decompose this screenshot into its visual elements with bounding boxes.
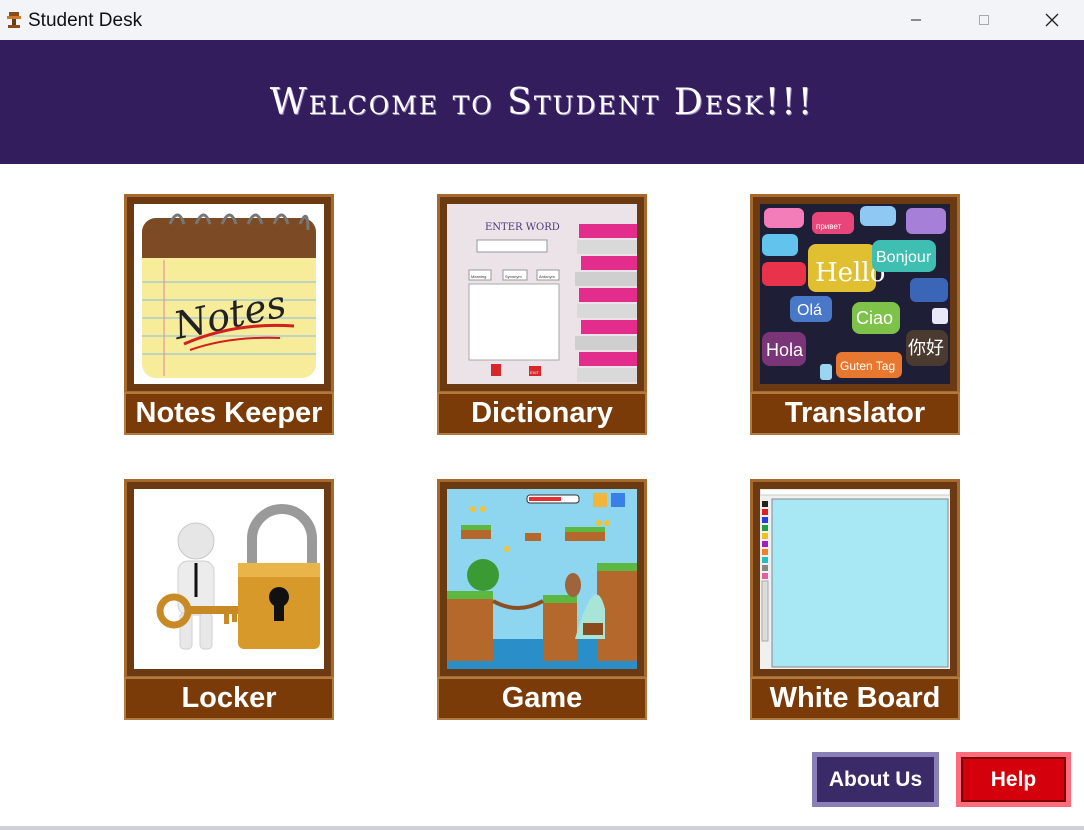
locker-icon	[134, 489, 324, 669]
window-title: Student Desk	[28, 10, 143, 31]
maximize-button[interactable]	[950, 0, 1018, 40]
translator-word-hola: Hola	[766, 340, 804, 360]
tile-label: White Board	[750, 677, 960, 720]
tile-label: Notes Keeper	[124, 392, 334, 435]
translator-word-ciao: Ciao	[856, 308, 893, 328]
banner-title: Welcome to Student Desk!!!	[269, 81, 815, 123]
tile-label: Locker	[124, 677, 334, 720]
tile-white-board[interactable]: White Board	[750, 479, 960, 723]
translator-word-bonjour: Bonjour	[876, 249, 932, 266]
tile-game[interactable]: Game	[437, 479, 647, 723]
tile-notes-keeper[interactable]: Notes Notes Keeper	[124, 194, 334, 438]
translator-icon: Hello Bonjour Olá Ciao Hola 你好 Guten Tag…	[760, 204, 950, 384]
translator-word-ola: Olá	[797, 302, 822, 319]
dict-exit: EXIT	[530, 370, 539, 375]
close-button[interactable]	[1018, 0, 1084, 40]
tile-label: Dictionary	[437, 392, 647, 435]
tile-image-frame	[437, 479, 647, 679]
help-button[interactable]: Help	[956, 752, 1071, 807]
tile-translator[interactable]: Hello Bonjour Olá Ciao Hola 你好 Guten Tag…	[750, 194, 960, 438]
title-bar: Student Desk	[0, 0, 1084, 41]
maximize-icon	[979, 15, 989, 25]
tile-locker[interactable]: Locker	[124, 479, 334, 723]
notes-icon: Notes	[134, 204, 324, 384]
translator-word-nihao: 你好	[908, 338, 944, 358]
tile-dictionary[interactable]: ENTER WORD Meaning Synonym Antonym EXIT	[437, 194, 647, 438]
tile-label: Translator	[750, 392, 960, 435]
dictionary-icon: ENTER WORD Meaning Synonym Antonym EXIT	[447, 204, 637, 384]
translator-word-privet: привет	[816, 222, 842, 231]
close-icon	[1045, 13, 1059, 27]
dict-tab-synonym: Synonym	[505, 274, 522, 279]
dict-tab-antonym: Antonym	[539, 274, 555, 279]
minimize-button[interactable]	[882, 0, 950, 40]
tile-image-frame: Hello Bonjour Olá Ciao Hola 你好 Guten Tag…	[750, 194, 960, 394]
tile-image-frame: ENTER WORD Meaning Synonym Antonym EXIT	[437, 194, 647, 394]
dict-heading: ENTER WORD	[485, 222, 560, 233]
about-us-button[interactable]: About Us	[812, 752, 939, 807]
window-bottom-edge	[0, 826, 1084, 830]
translator-word-guten-tag: Guten Tag	[840, 359, 895, 373]
whiteboard-icon	[760, 489, 950, 669]
welcome-banner: Welcome to Student Desk!!!	[0, 40, 1084, 164]
tile-image-frame	[750, 479, 960, 679]
app-icon	[7, 12, 21, 28]
tile-image-frame	[124, 479, 334, 679]
tile-image-frame: Notes	[124, 194, 334, 394]
dict-tab-meaning: Meaning	[471, 274, 486, 279]
tile-label: Game	[437, 677, 647, 720]
game-icon	[447, 489, 637, 669]
minimize-icon	[911, 19, 921, 21]
